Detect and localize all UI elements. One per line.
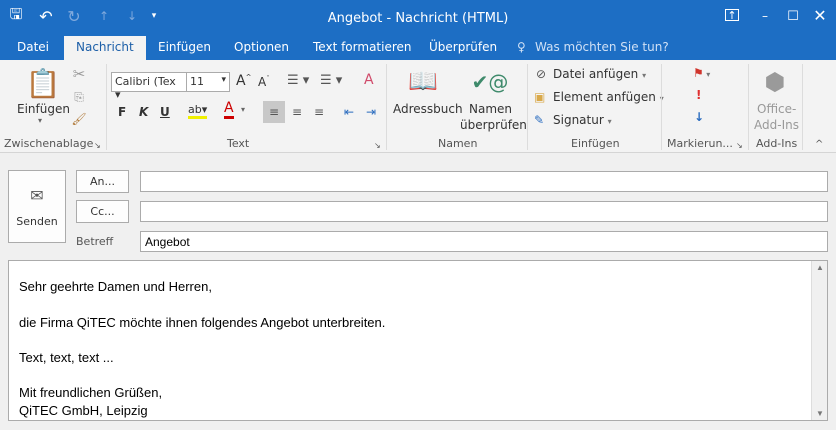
attach-item-label: Element anfügen: [553, 90, 656, 104]
paste-dropdown-icon[interactable]: ▾: [38, 116, 42, 125]
lightbulb-icon: ♀: [517, 40, 526, 54]
increase-indent-icon[interactable]: ⇥: [361, 101, 381, 123]
align-center-icon[interactable]: ≡: [287, 101, 307, 123]
tell-me-search[interactable]: Was möchten Sie tun?: [535, 40, 669, 54]
office-addins-label-1[interactable]: Office-: [757, 102, 796, 116]
text-launcher-icon[interactable]: ↘: [374, 141, 381, 150]
to-button[interactable]: An...: [76, 170, 129, 193]
clear-formatting-icon[interactable]: A: [364, 72, 374, 88]
send-icon: ✉: [30, 185, 44, 205]
maximize-icon[interactable]: ☐: [783, 6, 803, 26]
scrollbar[interactable]: ▲ ▼: [811, 261, 827, 420]
office-addins-label-2[interactable]: Add-Ins: [754, 118, 799, 132]
grow-font-icon[interactable]: A^: [236, 73, 251, 89]
window-title: Angebot - Nachricht (HTML): [327, 11, 509, 26]
clipboard-launcher-icon[interactable]: ↘: [94, 141, 101, 150]
body-line: Text, text, text ...: [19, 350, 114, 365]
tab-text-formatieren[interactable]: Text formatieren: [313, 40, 412, 54]
scroll-up-icon[interactable]: ▲: [816, 263, 824, 272]
copy-icon[interactable]: ⎘: [70, 88, 88, 106]
attach-file-button[interactable]: Datei anfügen ▾: [553, 67, 646, 81]
bullets-icon[interactable]: ☰ ▾: [287, 73, 309, 88]
group-label-clipboard: Zwischenablage: [4, 137, 94, 150]
high-importance-icon[interactable]: !: [696, 88, 701, 102]
font-name-value: Calibri (Tex: [115, 75, 176, 88]
close-icon[interactable]: ✕: [810, 5, 830, 25]
highlight-icon[interactable]: ab▾: [188, 103, 208, 119]
minimize-icon[interactable]: –: [755, 6, 775, 26]
underline-button[interactable]: U: [160, 105, 170, 119]
decrease-indent-icon[interactable]: ⇤: [339, 101, 359, 123]
tab-datei[interactable]: Datei: [17, 40, 49, 54]
to-field[interactable]: [140, 171, 828, 192]
tab-ueberpruefen[interactable]: Überprüfen: [429, 40, 497, 54]
group-label-text: Text: [227, 137, 250, 150]
italic-button[interactable]: K: [139, 105, 148, 119]
follow-up-flag-icon[interactable]: ⚑ ▾: [693, 66, 710, 80]
paste-button[interactable]: Einfügen: [17, 102, 70, 116]
check-names-label-1[interactable]: Namen: [469, 102, 512, 116]
attach-file-label: Datei anfügen: [553, 67, 639, 81]
cc-button[interactable]: Cc...: [76, 200, 129, 223]
signature-icon: ✎: [534, 113, 545, 127]
numbering-icon[interactable]: ☰ ▾: [320, 73, 342, 88]
body-line: QiTEC GmbH, Leipzig: [19, 403, 148, 418]
scroll-down-icon[interactable]: ▼: [816, 409, 824, 418]
paperclip-icon: ⊘: [536, 67, 547, 81]
check-names-icon[interactable]: ✔@: [472, 66, 509, 98]
tab-nachricht[interactable]: Nachricht: [64, 36, 146, 60]
attach-item-icon: ▣: [534, 90, 546, 104]
subject-field[interactable]: Angebot: [140, 231, 828, 252]
ribbon-display-icon[interactable]: ↑: [725, 9, 739, 22]
shrink-font-icon[interactable]: Aˇ: [258, 75, 270, 89]
format-painter-icon[interactable]: 🖌: [70, 110, 88, 128]
tab-einfuegen[interactable]: Einfügen: [158, 40, 211, 54]
office-addins-icon[interactable]: ⬢: [760, 67, 790, 97]
align-right-icon[interactable]: ≡: [309, 101, 329, 123]
ribbon-tabs: Datei Nachricht Einfügen Optionen Text f…: [0, 36, 836, 60]
body-line: Mit freundlichen Grüßen,: [19, 385, 163, 400]
body-line: Sehr geehrte Damen und Herren,: [19, 279, 212, 294]
low-importance-icon[interactable]: ↓: [694, 110, 704, 124]
bold-button[interactable]: F: [118, 105, 126, 119]
check-names-label-2[interactable]: überprüfen: [460, 118, 527, 132]
attach-item-button[interactable]: Element anfügen ▾: [553, 90, 664, 104]
message-body[interactable]: Sehr geehrte Damen und Herren, die Firma…: [8, 260, 828, 421]
tab-optionen[interactable]: Optionen: [234, 40, 289, 54]
subject-label: Betreff: [76, 235, 114, 248]
send-button[interactable]: ✉ Senden: [8, 170, 66, 243]
tags-launcher-icon[interactable]: ↘: [736, 141, 743, 150]
cc-field[interactable]: [140, 201, 828, 222]
font-color-dropdown-icon[interactable]: ▾: [241, 105, 245, 114]
collapse-ribbon-icon[interactable]: ^: [815, 139, 823, 150]
group-label-names: Namen: [438, 137, 478, 150]
align-left-icon[interactable]: ≡: [263, 101, 285, 123]
address-book-icon[interactable]: 📖: [407, 66, 439, 96]
send-label: Senden: [16, 214, 58, 228]
group-label-include: Einfügen: [571, 137, 620, 150]
font-size-value: 11: [190, 75, 204, 88]
title-bar: 🖫 ↶ ↻ ↑ ↓ ▾ Angebot - Nachricht (HTML) ↑…: [0, 0, 836, 36]
font-name-combobox[interactable]: Calibri (Tex ▾: [111, 72, 187, 101]
group-label-addins: Add-Ins: [756, 137, 798, 150]
body-line: die Firma QiTEC möchte ihnen folgendes A…: [19, 315, 386, 330]
group-label-tags: Markierun...: [667, 137, 733, 150]
signature-button[interactable]: Signatur ▾: [553, 113, 612, 127]
paste-icon[interactable]: 📋: [26, 66, 61, 100]
ribbon: 📋 Einfügen ▾ ✂ ⎘ 🖌 Zwischenablage ↘ Cali…: [0, 60, 836, 153]
font-size-combobox[interactable]: 11 ▾: [186, 72, 230, 92]
signature-label: Signatur: [553, 113, 604, 127]
font-color-icon[interactable]: A: [224, 101, 234, 119]
cut-icon[interactable]: ✂: [70, 65, 88, 83]
address-book-button[interactable]: Adressbuch: [393, 102, 463, 116]
